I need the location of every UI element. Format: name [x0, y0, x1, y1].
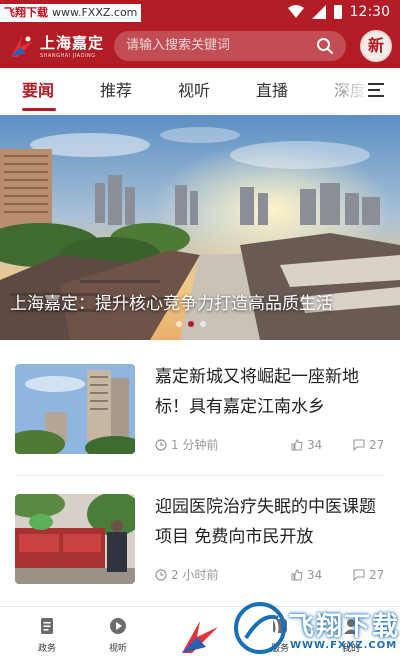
carousel-dot[interactable] [200, 321, 206, 327]
divider [15, 475, 385, 476]
news-item[interactable]: 嘉定新城又将崛起一座新地标！具有嘉定江南水乡 1 分钟前 34 27 [0, 364, 400, 494]
play-icon [110, 618, 126, 634]
nav-label: 视听 [108, 644, 127, 654]
comment-count: 27 [369, 568, 385, 582]
clock-icon [155, 569, 167, 581]
thumbs-up-icon [291, 439, 303, 451]
battery-icon [333, 5, 342, 19]
logo-title: 上海嘉定 [40, 33, 105, 52]
comment-icon [353, 569, 365, 581]
news-thumbnail [15, 364, 135, 454]
app-header: 上海嘉定 SHANGHAI JIADING 请输入搜索关键词 新 [0, 26, 400, 68]
wifi-icon [287, 5, 304, 18]
search-bar[interactable]: 请输入搜索关键词 [114, 31, 346, 61]
news-meta: 2 小时前 34 27 [155, 567, 385, 583]
comment-button[interactable]: 27 [353, 567, 384, 583]
tab-media[interactable]: 视听 [178, 68, 210, 114]
watermark-logo-icon [234, 602, 286, 654]
carousel-dot[interactable] [176, 321, 182, 327]
nav-label: 政务 [37, 644, 56, 654]
logo-subtitle: SHANGHAI JIADING [40, 52, 96, 59]
news-title[interactable]: 嘉定新城又将崛起一座新地标！具有嘉定江南水乡 [155, 362, 387, 422]
search-icon[interactable] [316, 37, 334, 55]
news-time: 2 小时前 [171, 568, 219, 582]
watermark-brand: 飞翔下载 [4, 6, 48, 19]
signal-icon [311, 5, 326, 19]
status-time: 12:30 [349, 4, 390, 20]
news-thumbnail-image [15, 494, 135, 584]
nav-item-government[interactable]: 政务 [17, 617, 77, 654]
document-icon [41, 618, 53, 634]
carousel-dot-active[interactable] [188, 321, 194, 327]
app-logo[interactable]: 上海嘉定 SHANGHAI JIADING [8, 30, 112, 64]
like-count: 34 [307, 438, 323, 452]
search-placeholder: 请输入搜索关键词 [126, 38, 231, 53]
like-button[interactable]: 34 [291, 437, 322, 453]
like-button[interactable]: 34 [291, 567, 322, 583]
comment-count: 27 [369, 438, 385, 452]
home-logo-icon[interactable] [176, 617, 224, 657]
status-icons: 12:30 [287, 4, 390, 20]
comment-icon [353, 439, 365, 451]
watermark-text: 飞翔下载 [288, 612, 400, 642]
thumbs-up-icon [291, 569, 303, 581]
user-avatar[interactable]: 新 [360, 30, 392, 62]
like-count: 34 [307, 568, 323, 582]
clock-icon [155, 439, 167, 451]
hero-banner[interactable]: 上海嘉定：提升核心竞争力打造高品质生活 [0, 115, 400, 340]
hero-caption[interactable]: 上海嘉定：提升核心竞争力打造高品质生活 [10, 289, 333, 314]
carousel-dots [176, 321, 206, 327]
news-title[interactable]: 迎园医院治疗失眠的中医课题项目 免费向市民开放 [155, 492, 387, 552]
tab-recommended[interactable]: 推荐 [100, 68, 132, 114]
active-tab-indicator [22, 108, 56, 111]
menu-icon[interactable] [368, 83, 384, 97]
status-bar: 飞翔下载 www.FXXZ.com 12:30 [0, 0, 400, 26]
watermark-url: WWW.FXXZ.COM [290, 640, 398, 651]
news-meta: 1 分钟前 34 27 [155, 437, 385, 453]
tab-live[interactable]: 直播 [256, 68, 288, 114]
watermark-banner: 飞翔下载 www.FXXZ.com [0, 4, 142, 22]
logo-mark-icon [11, 36, 33, 57]
nav-item-media[interactable]: 视听 [88, 617, 148, 654]
news-time: 1 分钟前 [171, 438, 219, 452]
news-thumbnail-image [15, 364, 135, 454]
watermark-url: www.FXXZ.com [52, 6, 138, 19]
tab-fade [310, 68, 370, 114]
watermark-overlay: 飞翔下载 WWW.FXXZ.COM [232, 594, 400, 662]
channel-tabs: 要闻 推荐 视听 直播 深度 [0, 68, 400, 114]
news-thumbnail [15, 494, 135, 584]
comment-button[interactable]: 27 [353, 437, 384, 453]
